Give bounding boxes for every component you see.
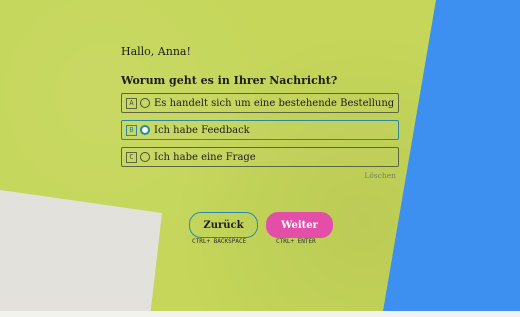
option-a[interactable]: A Es handelt sich um eine bestehende Bes… — [121, 93, 399, 113]
option-key-badge: A — [126, 97, 137, 109]
radio-icon[interactable] — [140, 152, 150, 162]
radio-selected-icon[interactable] — [140, 125, 150, 135]
option-label: Ich habe eine Frage — [154, 151, 256, 163]
radio-icon[interactable] — [140, 98, 150, 108]
option-b[interactable]: B Ich habe Feedback — [121, 120, 399, 140]
question-heading: Worum geht es in Ihrer Nachricht? — [121, 74, 338, 87]
option-key-badge: B — [126, 124, 137, 136]
option-c[interactable]: C Ich habe eine Frage — [121, 147, 399, 167]
bottom-strip — [0, 311, 520, 317]
back-button[interactable]: Zurück — [189, 212, 258, 238]
back-shortcut-hint: CTRL+ BACKSPACE — [192, 238, 247, 245]
greeting-text: Hallo, Anna! — [121, 45, 191, 58]
option-key-badge: C — [126, 151, 137, 163]
clear-link[interactable]: Löschen — [364, 171, 396, 180]
next-button[interactable]: Weiter — [266, 212, 333, 238]
option-label: Ich habe Feedback — [154, 124, 250, 136]
option-label: Es handelt sich um eine bestehende Beste… — [154, 97, 395, 109]
next-shortcut-hint: CTRL+ ENTER — [276, 238, 316, 245]
